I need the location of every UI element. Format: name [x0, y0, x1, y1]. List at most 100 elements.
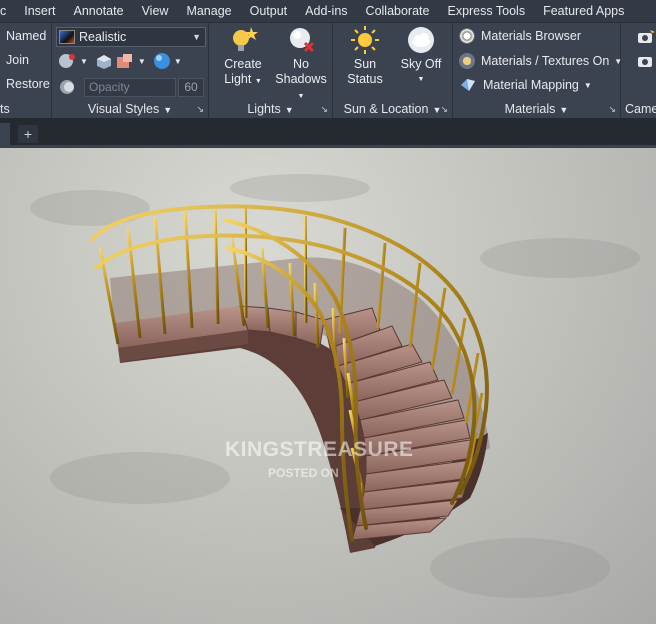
watermark-subtext: POSTED ON [268, 466, 339, 480]
edge-effects-icon[interactable] [58, 52, 78, 70]
tab-insert[interactable]: Insert [15, 0, 64, 22]
visual-style-swatch-icon [59, 30, 75, 44]
views-panel-label-text: ts [0, 102, 10, 116]
create-light-label-2: Light ▼ [215, 72, 271, 89]
object-color-icon[interactable] [114, 52, 136, 70]
tab-annotate[interactable]: Annotate [65, 0, 133, 22]
visual-style-current: Realistic [79, 30, 127, 44]
dialog-launcher-icon[interactable]: ↘ [608, 101, 616, 117]
sun-status-button[interactable]: Sun Status [337, 25, 393, 87]
sun-icon [351, 26, 379, 54]
chevron-down-icon: ▼ [559, 105, 569, 115]
no-shadows-label-2-text: Shadows [275, 72, 327, 86]
no-shadows-label-2: Shadows ▼ [273, 72, 329, 104]
lights-panel-label[interactable]: Lights ▼ ↘ [209, 101, 332, 117]
no-shadows-icon [290, 28, 315, 53]
material-mapping-button[interactable]: Material Mapping ▼ [459, 77, 592, 93]
chevron-down-icon[interactable]: ▼ [174, 57, 182, 66]
tab-express-tools[interactable]: Express Tools [438, 0, 534, 22]
face-style-icon[interactable] [94, 52, 114, 70]
camera-create-button[interactable] [637, 29, 655, 45]
no-shadows-label-1: No [293, 57, 309, 71]
document-tab-strip: + [0, 118, 656, 148]
materials-label-text: Materials [504, 102, 556, 116]
materials-textures-button[interactable]: Materials / Textures On ▼ [459, 53, 622, 69]
join-button[interactable]: Join [6, 53, 29, 67]
visual-style-tools-row: ▼ ▼ ▼ [58, 52, 182, 70]
camera-icon [638, 30, 655, 43]
xray-toggle[interactable] [58, 79, 76, 95]
materials-textures-icon [459, 53, 475, 69]
chevron-down-icon[interactable]: ▼ [138, 57, 146, 66]
opacity-value[interactable]: 60 [178, 78, 204, 97]
chevron-down-icon: ▼ [417, 76, 425, 83]
visual-style-dropdown[interactable]: Realistic ▼ [56, 27, 206, 47]
tab-manage[interactable]: Manage [177, 0, 240, 22]
ribbon-tab-bar: c Insert Annotate View Manage Output Add… [0, 0, 656, 22]
materials-panel-label[interactable]: Materials ▼ ↘ [453, 101, 620, 117]
restore-button[interactable]: Restore [6, 77, 50, 91]
ribbon: Named Join Restore ts Realistic ▼ ▼ ▼ ▼ … [0, 22, 656, 119]
material-mapping-icon [461, 79, 475, 91]
visual-styles-label-text: Visual Styles [87, 102, 160, 116]
opacity-input[interactable]: Opacity [84, 78, 176, 97]
named-label: Named [6, 29, 47, 43]
new-drawing-tab-button[interactable]: + [18, 125, 38, 143]
camera-panel-label[interactable]: Camer [621, 101, 656, 117]
dialog-launcher-icon[interactable]: ↘ [440, 101, 448, 117]
materials-panel: Materials Browser Materials / Textures O… [453, 23, 622, 119]
dialog-launcher-icon[interactable]: ↘ [196, 101, 204, 117]
light-bulb-icon [233, 27, 258, 51]
chevron-down-icon: ▼ [192, 32, 201, 42]
create-light-label-2-text: Light [224, 72, 252, 86]
tab-view[interactable]: View [133, 0, 178, 22]
sun-location-panel-label[interactable]: Sun & Location ▼ ↘ [333, 101, 452, 117]
create-light-button[interactable]: Create Light ▼ [215, 25, 271, 89]
sky-off-button[interactable]: Sky Off ▼ [393, 25, 449, 87]
camera-panel: Camer [621, 23, 656, 119]
chevron-down-icon: ▼ [583, 80, 592, 90]
tab-add-ins[interactable]: Add-ins [296, 0, 356, 22]
join-label: Join [6, 53, 29, 67]
watermark-text: KINGSTREASURE [225, 438, 414, 461]
cloud-icon [408, 27, 434, 53]
drawing-viewport[interactable]: KINGSTREASURE POSTED ON [0, 148, 656, 624]
sky-off-label: Sky Off [400, 57, 442, 71]
dialog-launcher-icon[interactable]: ↘ [320, 101, 328, 117]
chevron-down-icon: ▼ [284, 105, 294, 115]
materials-textures-label: Materials / Textures On [481, 54, 610, 68]
visual-styles-panel-label[interactable]: Visual Styles ▼ ↘ [52, 101, 208, 117]
restore-label: Restore [6, 77, 50, 91]
tab-featured-apps[interactable]: Featured Apps [534, 0, 633, 22]
materials-browser-label: Materials Browser [481, 29, 582, 43]
drawing-tab[interactable] [0, 123, 10, 145]
camera-label-text: Camer [625, 102, 656, 116]
lights-panel: Create Light ▼ No Shadows ▼ Lights ▼ ↘ [209, 23, 333, 119]
create-light-label-1: Create [224, 57, 262, 71]
shading-sphere-icon[interactable] [152, 52, 172, 70]
sun-location-panel: Sun Status Sky Off ▼ Sun & Location ▼ ↘ [333, 23, 453, 119]
sun-status-label-2: Status [347, 72, 383, 86]
camera-icon [638, 57, 652, 67]
camera-preview-button[interactable] [637, 53, 655, 69]
views-panel-label[interactable]: ts [0, 101, 51, 117]
sun-location-label-text: Sun & Location [343, 102, 429, 116]
material-mapping-label: Material Mapping [483, 78, 579, 92]
lights-label-text: Lights [247, 102, 281, 116]
chevron-down-icon[interactable]: ▼ [80, 57, 88, 66]
materials-browser-icon [459, 28, 475, 44]
no-shadows-button[interactable]: No Shadows ▼ [273, 25, 329, 104]
views-panel: Named Join Restore ts [0, 23, 52, 119]
visual-styles-panel: Realistic ▼ ▼ ▼ ▼ Opacity 60 Visual Styl… [52, 23, 209, 119]
tab-collaborate[interactable]: Collaborate [357, 0, 439, 22]
spiral-staircase-render [30, 174, 640, 598]
x-ray-icon [60, 80, 74, 94]
chevron-down-icon: ▼ [163, 105, 173, 115]
chevron-down-icon: ▼ [254, 78, 262, 85]
materials-browser-button[interactable]: Materials Browser [459, 28, 581, 44]
sun-status-label-1: Sun [353, 57, 377, 71]
tab-output[interactable]: Output [241, 0, 297, 22]
tab-partial[interactable]: c [0, 0, 15, 22]
named-button[interactable]: Named [6, 29, 46, 43]
chevron-down-icon: ▼ [297, 93, 305, 100]
